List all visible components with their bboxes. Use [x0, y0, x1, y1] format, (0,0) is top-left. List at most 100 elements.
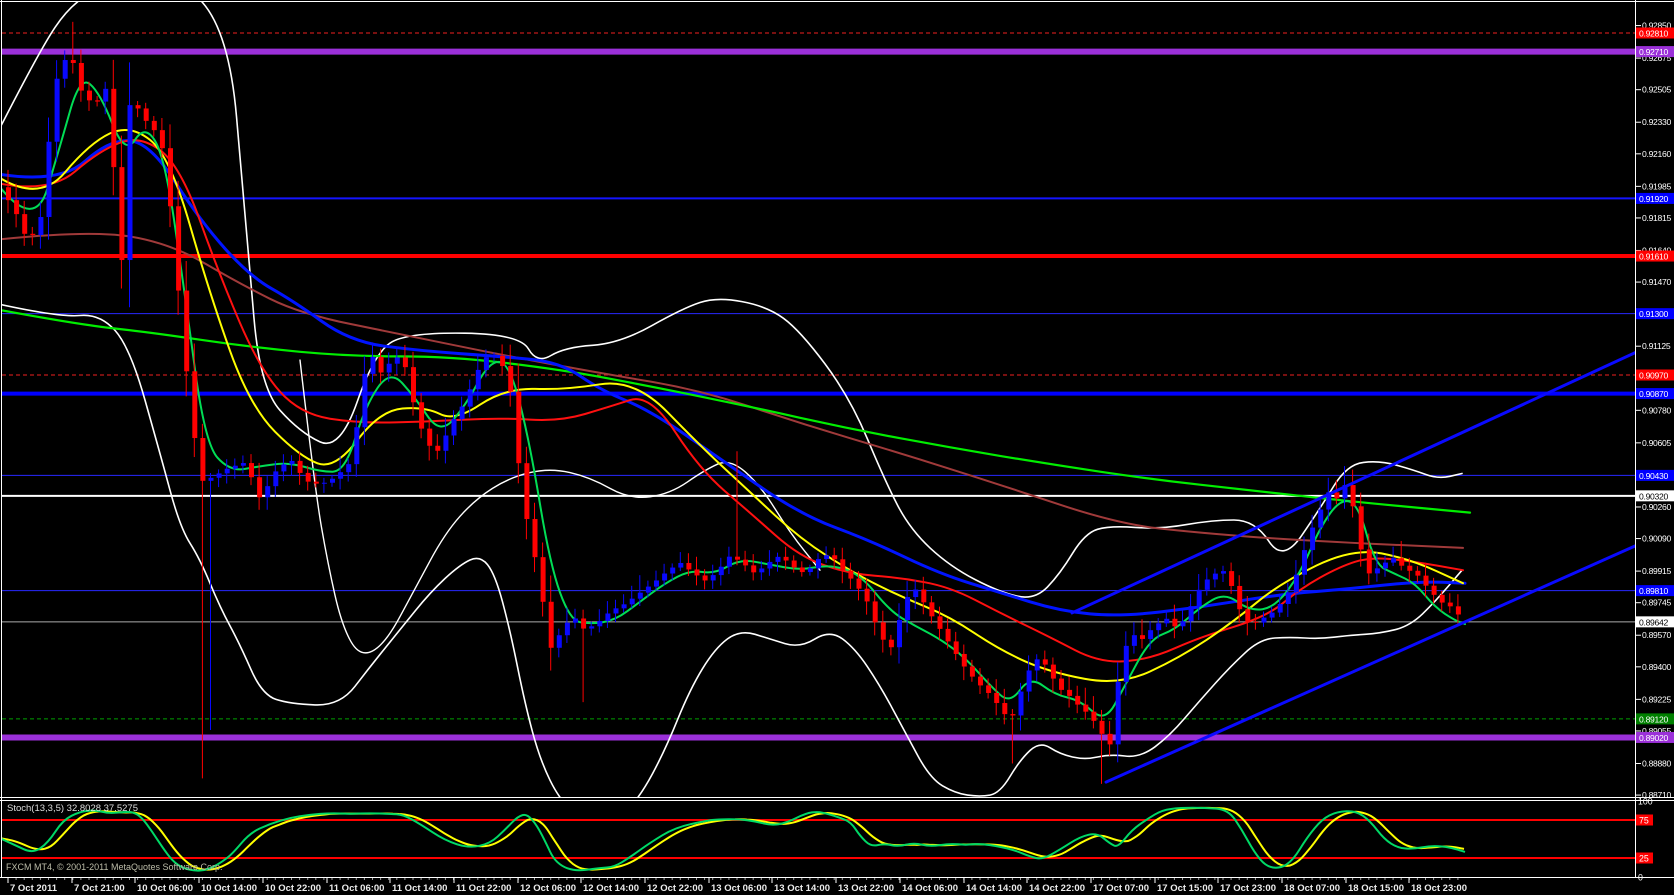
candle-bull [1212, 573, 1218, 580]
candle-bear [1229, 571, 1235, 586]
candle-bull [321, 482, 327, 484]
candle-bear [1107, 733, 1113, 745]
candle-bear [953, 641, 959, 654]
candle-bear [313, 481, 319, 484]
candle-bull [1131, 635, 1137, 646]
candle-bull [556, 635, 562, 648]
candle-bear [1140, 635, 1145, 639]
candle-bear [888, 639, 894, 648]
candle-bull [678, 562, 684, 568]
candle-bull [1180, 621, 1186, 627]
candle-bull [386, 363, 392, 373]
candle-bear [168, 148, 173, 207]
candle-bull [1374, 568, 1380, 574]
candle-bear [516, 391, 522, 464]
candle-bull [46, 141, 52, 218]
candle-bear [929, 602, 935, 617]
candle-bull [816, 559, 821, 569]
candle-bull [1018, 691, 1024, 716]
time-axis[interactable] [0, 878, 1674, 895]
candle-bear [1091, 711, 1097, 721]
candle-bear [1407, 565, 1413, 571]
candle-bull [1391, 558, 1397, 563]
candle-bear [799, 567, 805, 573]
candle-bull [1302, 550, 1307, 575]
candle-bear [1447, 602, 1453, 607]
candle-bear [532, 519, 538, 558]
candle-bull [1204, 579, 1210, 590]
candle-bear [1439, 594, 1445, 603]
candle-bull [1123, 645, 1129, 682]
candle-bear [937, 616, 943, 629]
candle-bull [775, 556, 781, 562]
stoch-panel[interactable] [0, 800, 1635, 877]
candle-bear [111, 88, 117, 168]
candle-bear [1059, 678, 1064, 690]
candle-bull [759, 568, 765, 573]
candle-bear [257, 477, 263, 498]
candle-bull [1269, 612, 1275, 618]
candle-bear [6, 187, 11, 201]
candle-bear [95, 100, 101, 102]
candle-bear [305, 472, 311, 482]
candle-bull [62, 60, 68, 79]
candle-bear [70, 60, 76, 63]
candle-bull [597, 621, 603, 627]
mt4-chart-window: 0.92850 0.92675 0.92505 0.92330 0.92160 0.919… [0, 0, 1674, 895]
candle-bear [702, 575, 708, 581]
candle-bull [483, 357, 489, 370]
candle-bull [224, 468, 230, 474]
candle-bear [1334, 492, 1340, 499]
candle-bear [159, 130, 165, 149]
candle-bear [1083, 704, 1089, 712]
price-chart-canvas[interactable]: 0.928500.926750.925050.923300.921600.919… [0, 0, 1674, 895]
candle-bull [394, 357, 400, 364]
candle-bull [1034, 659, 1040, 671]
candle-bear [1350, 485, 1356, 507]
candle-bear [548, 601, 554, 648]
candle-bear [427, 428, 433, 446]
candle-bear [783, 556, 789, 561]
candle-bull [564, 622, 570, 636]
candle-bull [346, 464, 352, 473]
candle-bull [621, 604, 627, 609]
candle-bear [961, 653, 967, 667]
candle-bull [629, 598, 635, 605]
candle-bear [1237, 585, 1243, 610]
candle-bull [1285, 592, 1291, 605]
candle-bear [978, 676, 983, 686]
candle-bear [880, 622, 886, 640]
candle-bull [265, 486, 271, 498]
candle-bull [767, 561, 773, 569]
candle-bull [54, 78, 60, 142]
candle-bull [1221, 571, 1226, 574]
candle-bull [605, 613, 611, 622]
candle-bull [338, 472, 344, 479]
candle-bear [540, 557, 546, 602]
candle-bull [362, 373, 368, 428]
candle-bear [1010, 714, 1016, 716]
candle-bear [751, 565, 757, 573]
candle-bear [994, 692, 1000, 704]
candle-bull [467, 389, 473, 407]
candle-bear [151, 120, 157, 131]
candle-bull [281, 464, 287, 472]
candle-bull [645, 586, 651, 593]
candle-bear [143, 108, 149, 121]
candle-bull [710, 575, 716, 581]
candle-bear [135, 105, 141, 109]
candle-bear [694, 569, 700, 576]
chart-background [0, 0, 1674, 895]
candle-bull [1293, 574, 1299, 593]
candle-bear [524, 463, 530, 520]
candle-bull [662, 573, 668, 581]
candle-bull [905, 597, 911, 621]
candle-bear [1253, 621, 1259, 623]
candle-bear [22, 214, 28, 234]
candle-bear [791, 560, 797, 568]
price-axis[interactable] [1636, 0, 1674, 877]
candle-bear [969, 666, 975, 677]
candle-bull [807, 568, 813, 573]
candle-bear [1423, 575, 1429, 586]
candle-bull [289, 460, 295, 465]
